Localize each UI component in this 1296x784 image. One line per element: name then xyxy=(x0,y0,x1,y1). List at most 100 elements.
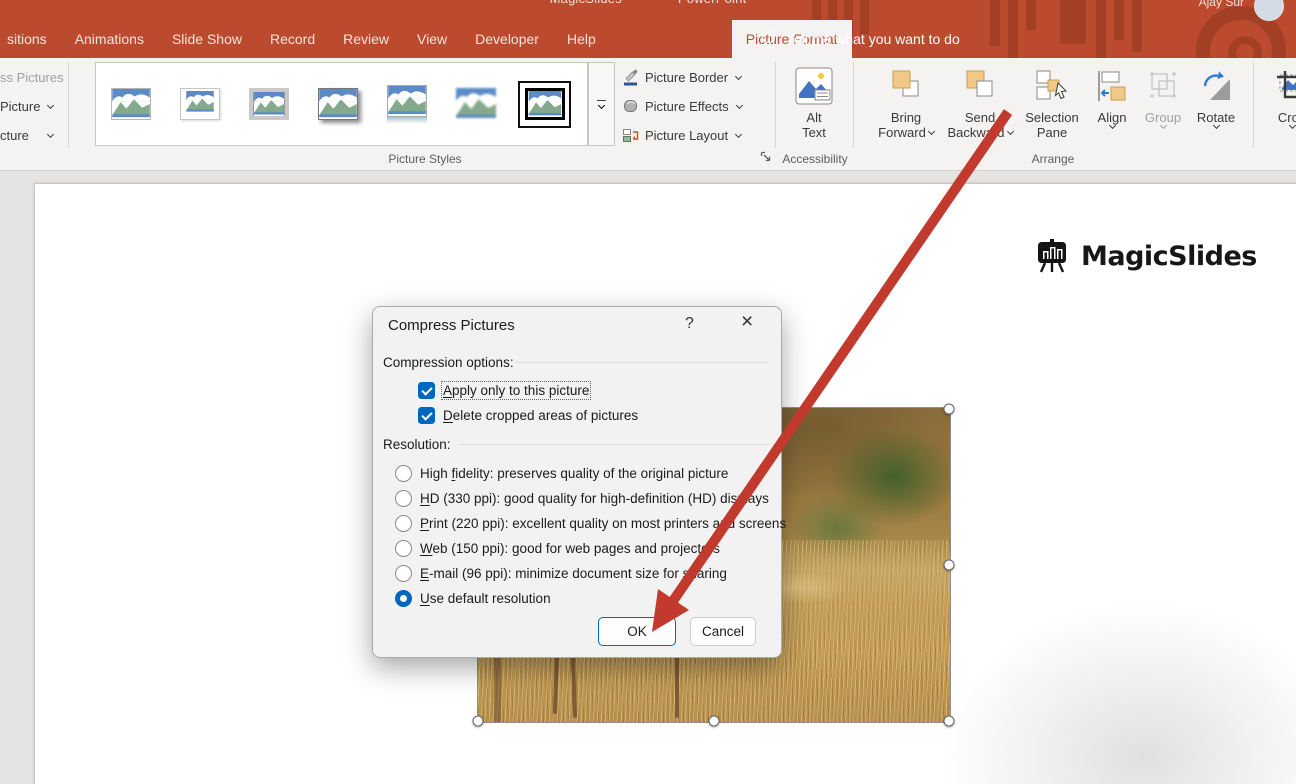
account-user-name: Ajay Sur xyxy=(1199,0,1244,9)
radio-icon[interactable] xyxy=(395,565,412,582)
checkbox-apply-only-to-this-picture[interactable]: Apply only to this picture xyxy=(418,379,589,401)
rotate-button[interactable]: Rotate xyxy=(1190,62,1242,128)
group-separator xyxy=(68,62,69,148)
radio-icon[interactable] xyxy=(395,490,412,507)
chevron-down-icon xyxy=(1212,122,1219,129)
compress-pictures-button-partial[interactable]: ss Pictures xyxy=(0,66,64,88)
compress-pictures-dialog: Compress Pictures ? × Compression option… xyxy=(372,306,782,658)
account-avatar[interactable] xyxy=(1254,0,1284,21)
send-backward-button[interactable]: Send Backward xyxy=(944,62,1016,140)
radio-use-default-resolution[interactable]: Use default resolution xyxy=(395,587,551,609)
picture-style-reflected-rounded-rectangle[interactable] xyxy=(383,84,430,125)
checkbox-icon[interactable] xyxy=(418,407,435,424)
align-icon xyxy=(1096,70,1128,102)
radio-icon[interactable] xyxy=(395,515,412,532)
group-label-picture-styles: Picture Styles xyxy=(300,152,550,166)
selection-pane-button[interactable]: Selection Pane xyxy=(1018,62,1086,140)
picture-styles-dialog-launcher-icon[interactable] xyxy=(760,150,772,168)
picture-style-simple-frame-black[interactable] xyxy=(521,84,568,125)
group-label-arrange: Arrange xyxy=(1003,152,1103,166)
checkbox-icon[interactable] xyxy=(418,382,435,399)
picture-style-beveled-matte-white[interactable] xyxy=(176,84,223,125)
radio-web-150ppi[interactable]: Web (150 ppi): good for web pages and pr… xyxy=(395,537,720,559)
ribbon: ss Pictures Picture cture xyxy=(0,58,1296,171)
tab-slide-show[interactable]: Slide Show xyxy=(170,20,244,58)
close-icon[interactable]: × xyxy=(737,310,757,334)
group-separator xyxy=(1253,62,1254,148)
dialog-title: Compress Pictures xyxy=(388,317,515,334)
selection-handle-bottom-left[interactable] xyxy=(473,716,484,727)
crop-icon xyxy=(1276,70,1296,102)
send-backward-icon xyxy=(964,70,996,102)
picture-effects-button[interactable]: Picture Effects xyxy=(622,95,742,117)
document-title: MagicSlidesPowerPoint xyxy=(0,0,1296,6)
selection-pane-icon xyxy=(1034,69,1070,103)
lightbulb-icon xyxy=(762,30,775,48)
landscape-thumbnail-icon xyxy=(111,88,151,120)
tell-me-label: Tell me what you want to do xyxy=(787,31,960,47)
radio-email-96ppi[interactable]: E-mail (96 ppi): minimize document size … xyxy=(395,562,727,584)
picture-layout-icon xyxy=(622,126,640,144)
bring-forward-button[interactable]: Bring Forward xyxy=(869,62,943,140)
gallery-more-button[interactable] xyxy=(588,62,615,146)
tab-record[interactable]: Record xyxy=(268,20,317,58)
radio-high-fidelity[interactable]: High fidelity: preserves quality of the … xyxy=(395,462,728,484)
landscape-thumbnail-icon xyxy=(456,88,496,120)
selection-handle-top-right[interactable] xyxy=(944,404,955,415)
checkbox-delete-cropped-areas[interactable]: Delete cropped areas of pictures xyxy=(418,404,638,426)
selection-handle-bottom[interactable] xyxy=(709,716,720,727)
radio-icon[interactable] xyxy=(395,590,412,607)
picture-layout-button[interactable]: Picture Layout xyxy=(622,124,741,146)
chevron-down-icon xyxy=(1108,122,1115,129)
picture-effects-icon xyxy=(622,97,640,115)
tab-developer[interactable]: Developer xyxy=(473,20,541,58)
chevron-down-icon xyxy=(1006,128,1013,135)
picture-style-drop-shadow-rectangle[interactable] xyxy=(314,84,361,125)
group-objects-icon xyxy=(1147,70,1179,102)
tell-me-search[interactable]: Tell me what you want to do xyxy=(762,20,960,58)
tab-view[interactable]: View xyxy=(415,20,449,58)
chevron-down-icon xyxy=(47,101,54,108)
cancel-button[interactable]: Cancel xyxy=(690,617,756,646)
group-button[interactable]: Group xyxy=(1138,62,1188,128)
compression-options-heading: Compression options: xyxy=(383,355,514,370)
rotate-icon xyxy=(1200,70,1232,102)
dialog-help-icon[interactable]: ? xyxy=(685,315,694,333)
radio-icon[interactable] xyxy=(395,465,412,482)
landscape-thumbnail-icon xyxy=(318,88,358,120)
ok-button[interactable]: OK xyxy=(598,617,676,646)
selection-handle-bottom-right[interactable] xyxy=(944,716,955,727)
tab-help[interactable]: Help xyxy=(565,20,598,58)
crop-button[interactable]: Crop xyxy=(1264,62,1296,128)
picture-border-button[interactable]: Picture Border xyxy=(622,66,741,88)
powerpoint-window: MagicSlidesPowerPoint Ajay Sur sitions A… xyxy=(0,0,1296,784)
radio-icon[interactable] xyxy=(395,540,412,557)
picture-style-soft-edge-rectangle[interactable] xyxy=(452,84,499,125)
align-button[interactable]: Align xyxy=(1088,62,1136,128)
picture-style-metal-frame[interactable] xyxy=(245,84,292,125)
chevron-down-icon xyxy=(735,72,742,79)
chevron-down-icon xyxy=(735,130,742,137)
landscape-thumbnail-icon xyxy=(180,88,220,120)
title-bar: MagicSlidesPowerPoint Ajay Sur sitions A… xyxy=(0,0,1296,58)
picture-style-simple-frame-white[interactable] xyxy=(107,84,154,125)
tab-transitions-partial[interactable]: sitions xyxy=(5,20,49,58)
reset-picture-button-partial[interactable]: cture xyxy=(0,124,53,146)
landscape-thumbnail-icon xyxy=(525,88,565,120)
tab-review[interactable]: Review xyxy=(341,20,391,58)
chevron-down-icon xyxy=(1288,122,1295,129)
picture-border-icon xyxy=(622,68,640,86)
selection-handle-right[interactable] xyxy=(944,560,955,571)
bring-forward-icon xyxy=(890,70,922,102)
change-picture-button-partial[interactable]: Picture xyxy=(0,95,53,117)
alt-text-icon xyxy=(795,67,833,105)
chevron-down-icon xyxy=(928,128,935,135)
ribbon-tab-row: sitions Animations Slide Show Record Rev… xyxy=(5,20,852,58)
radio-hd-330ppi[interactable]: HD (330 ppi): good quality for high-defi… xyxy=(395,487,769,509)
chevron-down-icon xyxy=(1159,122,1166,129)
landscape-thumbnail-icon xyxy=(387,85,427,117)
radio-print-220ppi[interactable]: Print (220 ppi): excellent quality on mo… xyxy=(395,512,786,534)
landscape-thumbnail-icon xyxy=(249,88,289,120)
alt-text-button[interactable]: Alt Text xyxy=(789,62,839,140)
tab-animations[interactable]: Animations xyxy=(73,20,146,58)
